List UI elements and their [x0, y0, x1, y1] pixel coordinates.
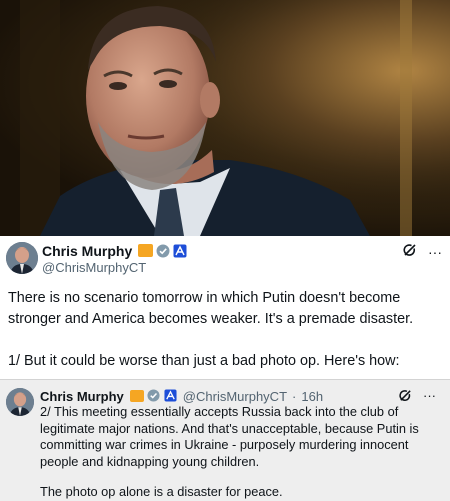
verified-badge-icon	[156, 244, 170, 258]
gold-square-badge-icon	[138, 244, 154, 257]
quoted-author-row: Chris Murphy @ChrisMurphyCT · 16h	[40, 388, 323, 404]
verified-badge-icon	[147, 389, 161, 403]
author-name-row: Chris Murphy	[42, 242, 187, 259]
quoted-timestamp[interactable]: 16h	[301, 389, 323, 404]
quoted-author-avatar[interactable]	[6, 388, 34, 416]
meta-separator: ·	[292, 388, 297, 404]
tweet-paragraph-2: 1/ But it could be worse than just a bad…	[8, 353, 400, 369]
quoted-paragraph-1: 2/ This meeting essentially accepts Russ…	[40, 404, 419, 469]
quoted-paragraph-2: The photo op alone is a disaster for pea…	[40, 484, 283, 499]
header-photo	[0, 0, 450, 236]
author-handle[interactable]: @ChrisMurphyCT	[42, 260, 146, 275]
government-badge-icon	[173, 244, 187, 258]
tweet-actions: ···	[402, 242, 442, 261]
author-name[interactable]: Chris Murphy	[42, 243, 132, 259]
tweet-paragraph-1: There is no scenario tomorrow in which P…	[8, 290, 414, 327]
photo-illustration	[0, 0, 450, 236]
quoted-author-name[interactable]: Chris Murphy	[40, 389, 124, 404]
gold-square-badge-icon	[129, 390, 144, 402]
author-avatar[interactable]	[6, 242, 38, 274]
quoted-tweet-body: 2/ This meeting essentially accepts Russ…	[40, 404, 444, 501]
more-options-icon[interactable]: ···	[428, 244, 442, 260]
government-badge-icon	[164, 389, 178, 403]
quoted-author-handle[interactable]: @ChrisMurphyCT	[183, 389, 287, 404]
grok-icon[interactable]	[402, 242, 418, 261]
tweet-body: There is no scenario tomorrow in which P…	[8, 288, 444, 372]
quoted-tweet[interactable]: Chris Murphy @ChrisMurphyCT · 16h ··· 2/…	[0, 379, 450, 501]
